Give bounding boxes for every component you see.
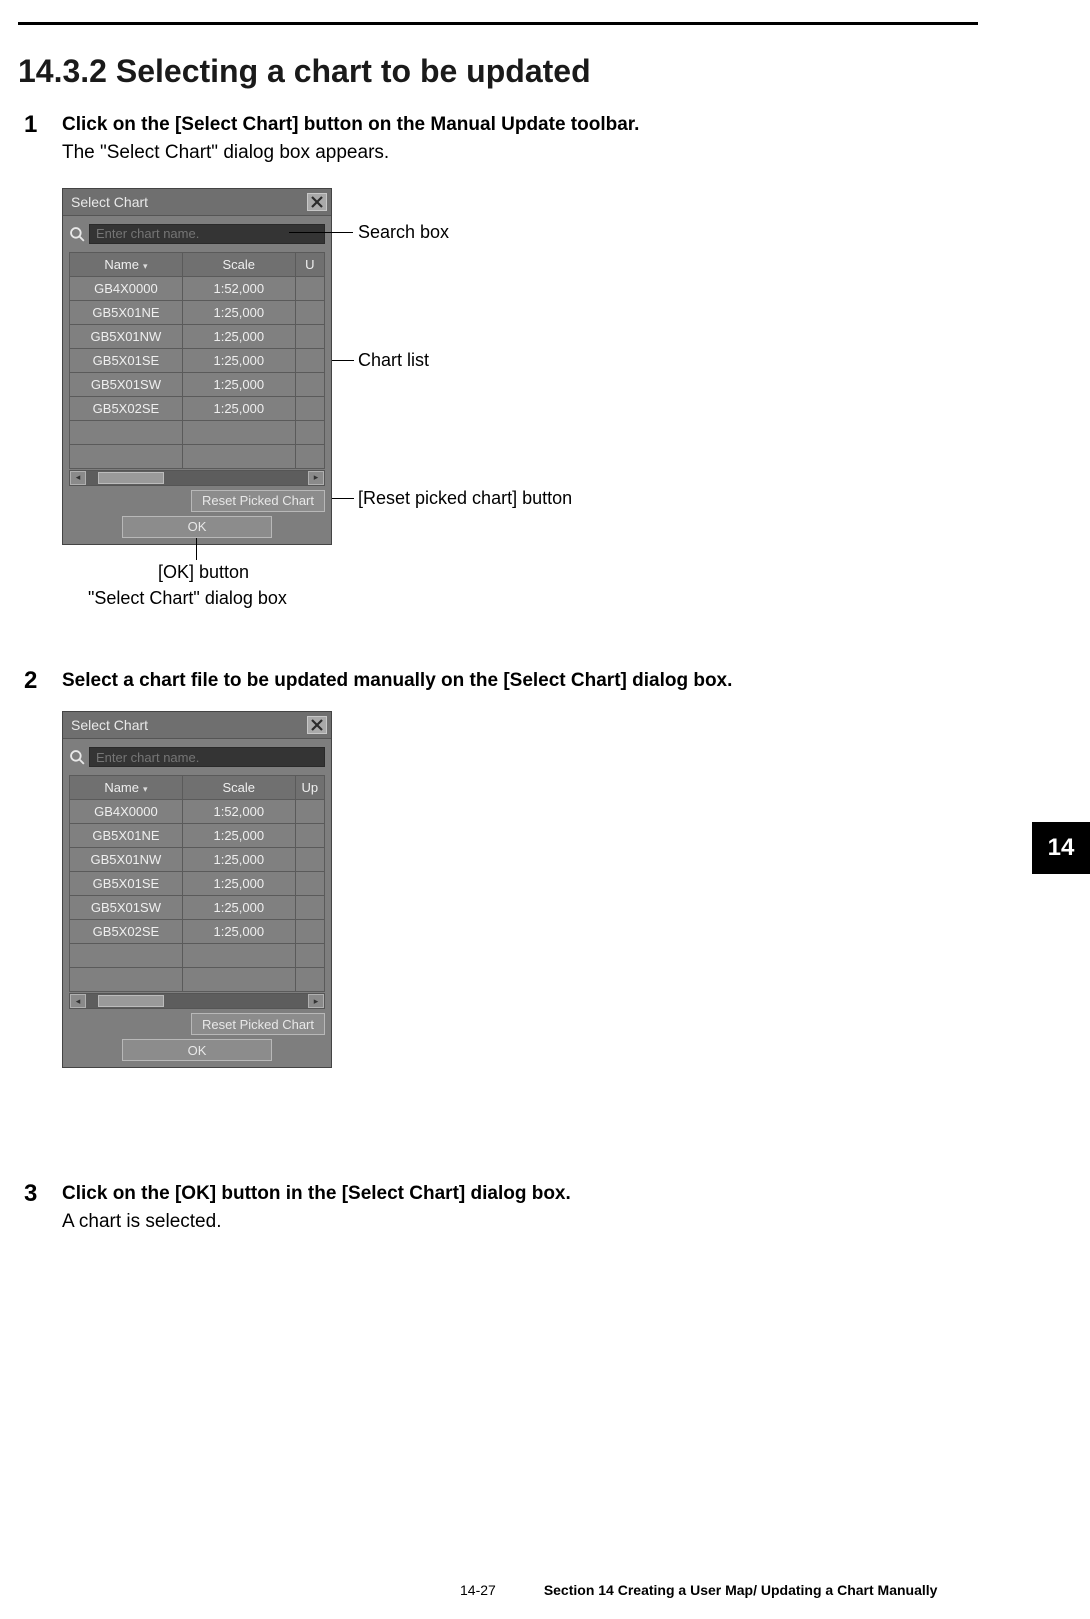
table-row[interactable]: GB5X01SW1:25,000 <box>70 372 325 396</box>
scroll-right-button[interactable]: ▸ <box>308 994 324 1008</box>
table-row[interactable]: GB5X02SE1:25,000 <box>70 920 325 944</box>
col-header-name[interactable]: Name▾ <box>70 776 183 800</box>
table-row[interactable]: GB4X00001:52,000 <box>70 276 325 300</box>
leader-line <box>332 360 354 361</box>
reset-picked-chart-button[interactable]: Reset Picked Chart <box>191 490 325 512</box>
step-3: 3 Click on the [OK] button in the [Selec… <box>18 1181 1050 1233</box>
page-number: 14-27 <box>460 1582 496 1598</box>
dialog-title: Select Chart <box>71 717 148 733</box>
step-3-sub: A chart is selected. <box>62 1211 1050 1233</box>
dialog-titlebar[interactable]: Select Chart <box>63 712 331 739</box>
table-row[interactable] <box>70 944 325 968</box>
col-header-name[interactable]: Name▾ <box>70 252 183 276</box>
step-2-lead: Select a chart file to be updated manual… <box>62 668 1050 694</box>
table-row[interactable]: GB5X02SE1:25,000 <box>70 396 325 420</box>
close-button[interactable] <box>307 193 327 211</box>
step-3-lead: Click on the [OK] button in the [Select … <box>62 1181 1050 1207</box>
chart-list-table[interactable]: Name▾ Scale Up GB4X00001:52,000 GB5X01NE… <box>69 775 325 992</box>
step-1: 1 Click on the [Select Chart] button on … <box>18 112 1050 618</box>
scroll-left-button[interactable]: ◂ <box>70 471 86 485</box>
table-row[interactable]: GB5X01NW1:25,000 <box>70 324 325 348</box>
table-row[interactable] <box>70 444 325 468</box>
table-row[interactable]: GB5X01NE1:25,000 <box>70 300 325 324</box>
table-row[interactable]: GB5X01SE1:25,000 <box>70 872 325 896</box>
page-footer: 14-27 Section 14 Creating a User Map/ Up… <box>0 1582 1090 1598</box>
table-row[interactable]: GB5X01NW1:25,000 <box>70 848 325 872</box>
search-input[interactable] <box>89 224 325 244</box>
table-row[interactable]: GB4X00001:52,000 <box>70 800 325 824</box>
scroll-left-button[interactable]: ◂ <box>70 994 86 1008</box>
col-header-u[interactable]: Up <box>295 776 324 800</box>
dialog-caption: "Select Chart" dialog box <box>88 588 287 609</box>
top-rule <box>18 22 978 25</box>
step-number: 1 <box>18 112 62 618</box>
section-heading: 14.3.2 Selecting a chart to be updated <box>18 53 1050 90</box>
sort-icon: ▾ <box>143 261 148 271</box>
step-1-sub: The "Select Chart" dialog box appears. <box>62 142 1050 164</box>
scroll-thumb[interactable] <box>98 472 164 484</box>
table-row[interactable] <box>70 420 325 444</box>
leader-line <box>196 538 197 560</box>
scroll-track[interactable] <box>86 471 308 485</box>
col-header-u[interactable]: U <box>295 252 324 276</box>
search-icon <box>69 749 85 765</box>
annotation-ok-button: [OK] button <box>158 562 249 583</box>
annotation-search-box: Search box <box>358 222 449 243</box>
dialog-title: Select Chart <box>71 194 148 210</box>
horizontal-scrollbar[interactable]: ◂ ▸ <box>69 993 325 1009</box>
select-chart-dialog: Select Chart <box>62 711 332 1068</box>
reset-picked-chart-button[interactable]: Reset Picked Chart <box>191 1013 325 1035</box>
leader-line <box>289 232 353 233</box>
step-number: 3 <box>18 1181 62 1233</box>
step-2: 2 Select a chart file to be updated manu… <box>18 668 1050 1132</box>
sort-icon: ▾ <box>143 784 148 794</box>
annotation-chart-list: Chart list <box>358 350 429 371</box>
ok-button[interactable]: OK <box>122 516 272 538</box>
table-row[interactable]: GB5X01SW1:25,000 <box>70 896 325 920</box>
step-1-lead: Click on the [Select Chart] button on th… <box>62 112 1050 138</box>
scroll-right-button[interactable]: ▸ <box>308 471 324 485</box>
search-input[interactable] <box>89 747 325 767</box>
table-row[interactable]: GB5X01SE1:25,000 <box>70 348 325 372</box>
chart-list-table[interactable]: Name▾ Scale U GB4X00001:52,000 GB5X01NE1… <box>69 252 325 469</box>
horizontal-scrollbar[interactable]: ◂ ▸ <box>69 470 325 486</box>
table-row[interactable]: GB5X01NE1:25,000 <box>70 824 325 848</box>
col-header-scale[interactable]: Scale <box>182 252 295 276</box>
col-header-scale[interactable]: Scale <box>182 776 295 800</box>
annotation-reset-button: [Reset picked chart] button <box>358 488 572 509</box>
table-row[interactable] <box>70 968 325 992</box>
scroll-thumb[interactable] <box>98 995 164 1007</box>
close-button[interactable] <box>307 716 327 734</box>
close-icon <box>311 196 323 208</box>
dialog-titlebar[interactable]: Select Chart <box>63 189 331 216</box>
ok-button[interactable]: OK <box>122 1039 272 1061</box>
leader-line <box>332 498 354 499</box>
search-icon <box>69 226 85 242</box>
scroll-track[interactable] <box>86 994 308 1008</box>
chapter-tab: 14 <box>1032 822 1090 874</box>
step-number: 2 <box>18 668 62 1132</box>
section-label: Section 14 Creating a User Map/ Updating… <box>544 1582 938 1598</box>
select-chart-dialog: Select Chart <box>62 188 332 545</box>
close-icon <box>311 719 323 731</box>
